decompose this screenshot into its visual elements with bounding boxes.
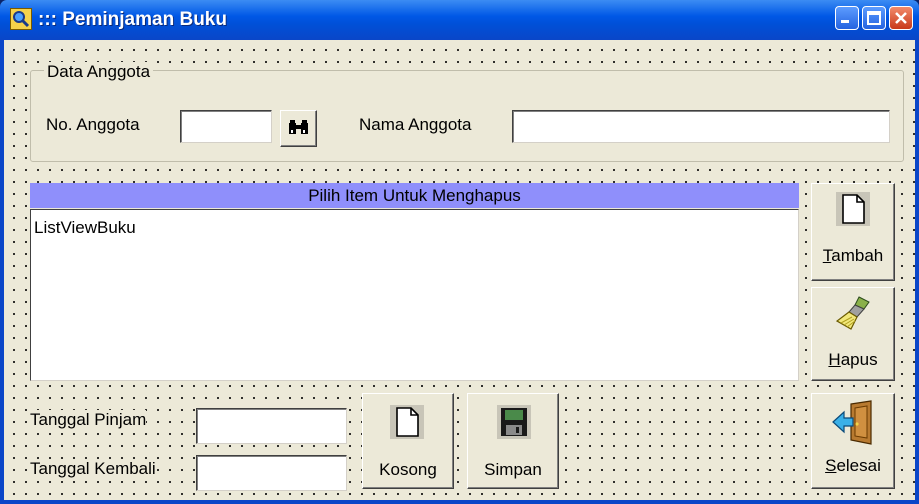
- close-icon: [895, 12, 907, 24]
- search-member-button[interactable]: [280, 110, 317, 147]
- list-view-name: ListViewBuku: [34, 218, 136, 237]
- maximize-button[interactable]: [862, 6, 886, 30]
- nama-anggota-label: Nama Anggota: [359, 115, 472, 134]
- selesai-button[interactable]: Selesai: [811, 393, 895, 489]
- data-anggota-legend: Data Anggota: [44, 62, 154, 82]
- tambah-label-rest: ambah: [831, 246, 884, 265]
- minimize-button[interactable]: [835, 6, 859, 30]
- no-anggota-label: No. Anggota: [46, 115, 140, 134]
- window-frame-bottom: [0, 500, 919, 504]
- maximize-icon: [867, 11, 881, 25]
- kosong-button[interactable]: Kosong: [362, 393, 454, 489]
- selesai-mnemonic: S: [825, 456, 837, 475]
- binoculars-icon: [289, 120, 308, 134]
- kosong-label: Kosong: [379, 460, 437, 479]
- simpan-button[interactable]: Simpan: [467, 393, 559, 489]
- selesai-label-rest: elesai: [836, 456, 881, 475]
- no-anggota-input[interactable]: [180, 110, 272, 143]
- new-document-icon: [836, 192, 870, 226]
- save-disk-icon: [497, 405, 531, 439]
- exit-door-icon: [832, 400, 872, 445]
- list-view-buku[interactable]: ListViewBuku: [30, 209, 799, 381]
- tambah-button[interactable]: Tambah: [811, 183, 895, 281]
- hapus-label: Hapus: [812, 350, 894, 370]
- minimize-icon: [841, 20, 849, 23]
- tanggal-pinjam-label: Tanggal Pinjam: [30, 410, 147, 430]
- tambah-label: Tambah: [812, 246, 894, 266]
- blank-document-icon: [390, 405, 424, 439]
- tanggal-kembali-label: Tanggal Kembali: [30, 459, 156, 479]
- hapus-button[interactable]: Hapus: [811, 287, 895, 381]
- tanggal-pinjam-input[interactable]: [196, 408, 347, 444]
- hapus-label-rest: apus: [840, 350, 878, 369]
- window-frame-right: [915, 40, 919, 504]
- tanggal-kembali-input[interactable]: [196, 455, 347, 491]
- hapus-mnemonic: H: [828, 350, 841, 369]
- list-header: Pilih Item Untuk Menghapus: [30, 183, 799, 208]
- nama-anggota-input[interactable]: [512, 110, 890, 143]
- app-search-icon[interactable]: [10, 8, 32, 30]
- simpan-label: Simpan: [484, 460, 542, 479]
- window-title: ::: Peminjaman Buku: [38, 9, 227, 30]
- broom-icon: [835, 296, 870, 330]
- tambah-mnemonic: T: [822, 246, 832, 265]
- app-window: ::: Peminjaman Buku Data Anggota No. Ang…: [0, 0, 919, 504]
- close-button[interactable]: [889, 6, 913, 30]
- title-bar[interactable]: ::: Peminjaman Buku: [0, 0, 919, 40]
- selesai-label: Selesai: [812, 456, 894, 476]
